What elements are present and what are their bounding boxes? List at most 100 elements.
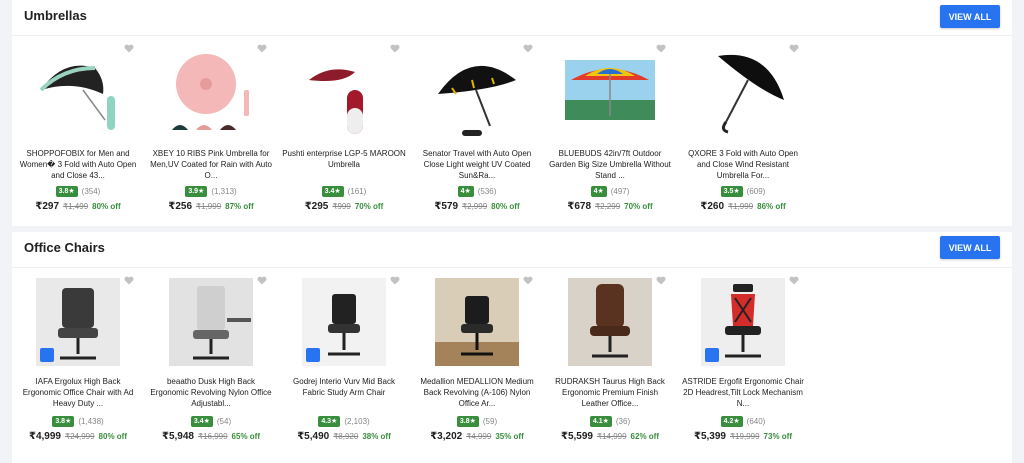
section-title: Umbrellas	[24, 8, 87, 23]
product-card[interactable]: RUDRAKSH Taurus High Back Ergonomic Prem…	[544, 268, 676, 456]
rating-badge: 3.9★	[185, 186, 208, 197]
rating-row: 4★ (497)	[544, 186, 676, 197]
wishlist-heart-icon[interactable]	[390, 276, 400, 285]
chair-icon[interactable]	[302, 278, 386, 366]
rating-row: 3.8★ (354)	[12, 186, 144, 197]
mrp: ₹8,920	[333, 432, 359, 441]
chair-icon[interactable]	[169, 278, 253, 366]
product-card[interactable]: Pushti enterprise LGP-5 MAROON Umbrella …	[278, 36, 410, 224]
umbrella-icon[interactable]	[698, 50, 788, 140]
rating-count: (1,438)	[78, 417, 104, 426]
rating-row: 3.8★ (59)	[411, 416, 543, 427]
mrp: ₹19,999	[729, 432, 760, 441]
product-title[interactable]: BLUEBUDS 42in/7ft Outdoor Garden Big Siz…	[548, 148, 672, 181]
umbrella-icon[interactable]	[299, 50, 389, 140]
umbrella-icon[interactable]	[565, 50, 655, 140]
product-title[interactable]: Pushti enterprise LGP-5 MAROON Umbrella	[282, 148, 406, 181]
product-title[interactable]: QXORE 3 Fold with Auto Open and Close Wi…	[681, 148, 805, 181]
product-title[interactable]: IAFA Ergolux High Back Ergonomic Office …	[16, 376, 140, 409]
price: ₹579	[434, 201, 459, 212]
rating-count: (161)	[347, 187, 367, 196]
mrp: ₹999	[332, 202, 351, 211]
price-row: ₹5,599 ₹14,999 62% off	[544, 431, 676, 442]
discount: 73% off	[763, 432, 792, 441]
product-card[interactable]: IAFA Ergolux High Back Ergonomic Office …	[12, 268, 144, 456]
mrp: ₹24,999	[64, 432, 95, 441]
wishlist-heart-icon[interactable]	[257, 44, 267, 53]
wishlist-heart-icon[interactable]	[656, 44, 666, 53]
product-card[interactable]: QXORE 3 Fold with Auto Open and Close Wi…	[677, 36, 809, 224]
wishlist-heart-icon[interactable]	[124, 276, 134, 285]
price-row: ₹4,999 ₹24,999 80% off	[12, 431, 144, 442]
price-row: ₹579 ₹2,999 80% off	[411, 201, 543, 212]
view-all-button[interactable]: VIEW ALL	[940, 5, 1000, 28]
product-card[interactable]: ASTRIDE Ergofit Ergonomic Chair 2D Headr…	[677, 268, 809, 456]
mrp: ₹2,299	[595, 202, 621, 211]
price: ₹4,999	[29, 431, 61, 442]
product-title[interactable]: ASTRIDE Ergofit Ergonomic Chair 2D Headr…	[681, 376, 805, 409]
product-carousel-page: Umbrellas VIEW ALL SHOPPOFOBIX for Men a…	[0, 0, 1024, 463]
discount: 62% off	[630, 432, 659, 441]
section-header: Office Chairs VIEW ALL	[12, 232, 1012, 268]
price: ₹5,399	[694, 431, 726, 442]
umbrella-icon[interactable]	[33, 50, 123, 140]
wishlist-heart-icon[interactable]	[124, 44, 134, 53]
price-row: ₹5,948 ₹16,999 65% off	[145, 431, 277, 442]
price: ₹678	[567, 201, 592, 212]
price-row: ₹5,399 ₹19,999 73% off	[677, 431, 809, 442]
price: ₹5,599	[561, 431, 593, 442]
product-title[interactable]: beaatho Dusk High Back Ergonomic Revolvi…	[149, 376, 273, 409]
umbrella-icon[interactable]	[166, 50, 256, 140]
rating-row: 3.4★ (54)	[145, 416, 277, 427]
product-title[interactable]: Godrej Interio Vurv Mid Back Fabric Stud…	[282, 376, 406, 409]
discount: 35% off	[495, 432, 524, 441]
wishlist-heart-icon[interactable]	[789, 276, 799, 285]
price: ₹5,948	[162, 431, 194, 442]
wishlist-heart-icon[interactable]	[257, 276, 267, 285]
rating-badge: 3.8★	[55, 186, 78, 197]
rating-row: 3.8★ (1,438)	[12, 416, 144, 427]
product-card[interactable]: Medallion MEDALLION Medium Back Revolvin…	[411, 268, 543, 456]
rating-badge: 4.1★	[589, 416, 612, 427]
product-card[interactable]: XBEY 10 RIBS Pink Umbrella for Men,UV Co…	[145, 36, 277, 224]
product-title[interactable]: SHOPPOFOBIX for Men and Women� 3 Fold wi…	[16, 148, 140, 181]
chair-icon[interactable]	[435, 278, 519, 366]
price-row: ₹256 ₹1,999 87% off	[145, 201, 277, 212]
view-all-button[interactable]: VIEW ALL	[940, 236, 1000, 259]
product-title[interactable]: XBEY 10 RIBS Pink Umbrella for Men,UV Co…	[149, 148, 273, 181]
product-title[interactable]: Senator Travel with Auto Open Close Ligh…	[415, 148, 539, 181]
price: ₹3,202	[430, 431, 463, 442]
rating-count: (497)	[610, 187, 630, 196]
product-title[interactable]: RUDRAKSH Taurus High Back Ergonomic Prem…	[548, 376, 672, 409]
product-title[interactable]: Medallion MEDALLION Medium Back Revolvin…	[415, 376, 539, 409]
rating-count: (536)	[477, 187, 497, 196]
wishlist-heart-icon[interactable]	[789, 44, 799, 53]
chair-icon[interactable]	[568, 278, 652, 366]
product-card[interactable]: Senator Travel with Auto Open Close Ligh…	[411, 36, 543, 224]
mrp: ₹16,999	[197, 432, 228, 441]
chair-icon[interactable]	[36, 278, 120, 366]
price-row: ₹3,202 ₹4,999 35% off	[411, 431, 543, 442]
section-header: Umbrellas VIEW ALL	[12, 0, 1012, 36]
wishlist-heart-icon[interactable]	[523, 276, 533, 285]
mrp: ₹14,999	[596, 432, 627, 441]
product-card[interactable]: SHOPPOFOBIX for Men and Women� 3 Fold wi…	[12, 36, 144, 224]
product-card[interactable]: beaatho Dusk High Back Ergonomic Revolvi…	[145, 268, 277, 456]
wishlist-heart-icon[interactable]	[523, 44, 533, 53]
wishlist-heart-icon[interactable]	[390, 44, 400, 53]
rating-count: (1,313)	[211, 187, 237, 196]
rating-badge: 3.4★	[321, 186, 344, 197]
discount: 70% off	[354, 202, 384, 211]
mrp: ₹1,999	[728, 202, 754, 211]
wishlist-heart-icon[interactable]	[656, 276, 666, 285]
chair-icon[interactable]	[701, 278, 785, 366]
price: ₹256	[168, 201, 193, 212]
discount: 70% off	[624, 202, 653, 211]
umbrella-icon[interactable]	[432, 50, 522, 140]
discount: 38% off	[362, 432, 391, 441]
product-card[interactable]: BLUEBUDS 42in/7ft Outdoor Garden Big Siz…	[544, 36, 676, 224]
rating-badge: 3.5★	[720, 186, 743, 197]
rating-badge: 3.4★	[190, 416, 213, 427]
mrp: ₹1,499	[63, 202, 89, 211]
product-card[interactable]: Godrej Interio Vurv Mid Back Fabric Stud…	[278, 268, 410, 456]
